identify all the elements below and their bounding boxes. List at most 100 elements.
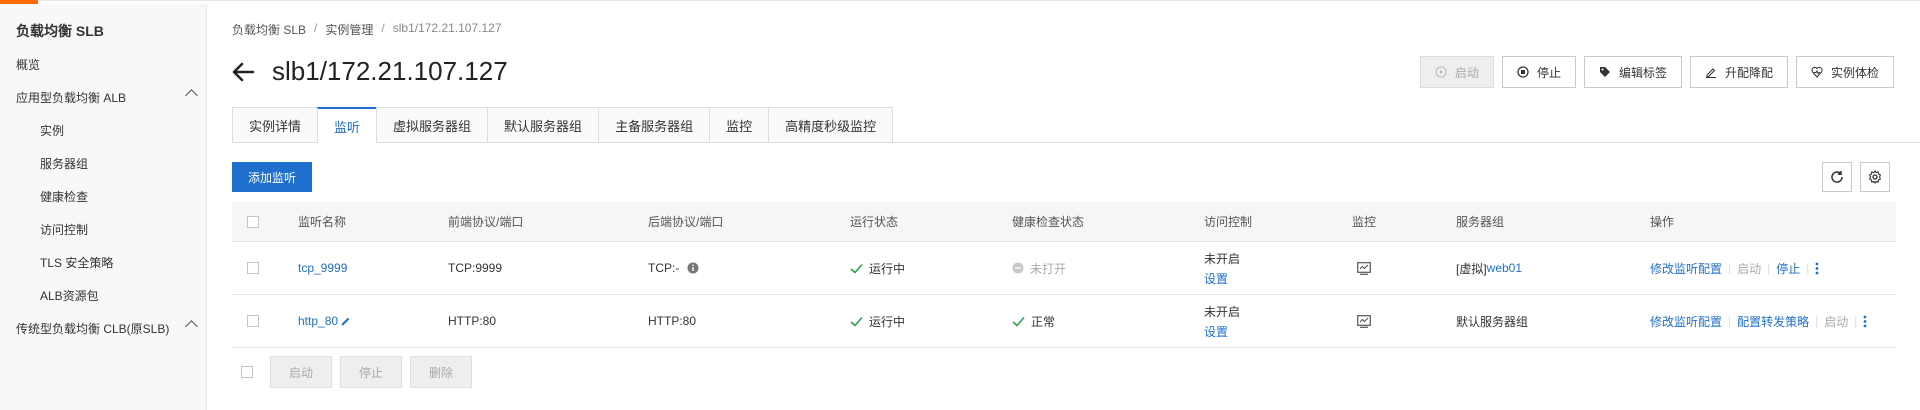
start-button[interactable]: 启动 [1419,56,1494,88]
status-cell: 运行中 [850,295,905,347]
table-row: http_80 HTTP:80 HTTP:80 运行中 正常 未开启 设置 默认… [232,295,1896,348]
sidebar-item-label: 访问控制 [40,223,89,237]
bulk-actions: 启动 停止 删除 [232,355,472,389]
monitor-cell [1357,242,1371,294]
bulk-delete-button[interactable]: 删除 [410,356,472,388]
sidebar-item-overview[interactable]: 概览 [16,56,196,73]
tab-master-slave-server-group[interactable]: 主备服务器组 [598,107,710,143]
listener-table: 监听名称 前端协议/端口 后端协议/端口 运行状态 健康检查状态 访问控制 监控… [232,202,1896,348]
column-header-monitor: 监控 [1352,215,1377,229]
health-cell: 未打开 [1012,242,1066,294]
checkbox[interactable] [247,315,259,327]
add-listener-button[interactable]: 添加监听 [232,162,313,192]
sidebar-item-alb[interactable]: 应用型负载均衡 ALB [16,89,198,106]
checkbox[interactable] [247,262,259,274]
upgrade-button-label: 升配降配 [1724,65,1773,80]
tab-monitoring[interactable]: 监控 [709,107,769,143]
stop-listener-link[interactable]: 停止 [1776,260,1800,277]
acl-status: 未开启 [1204,304,1241,319]
column-header-status: 运行状态 [850,215,899,229]
sidebar-item-label: 健康检查 [40,190,89,204]
sidebar-item-tls-policy[interactable]: TLS 安全策略 [40,254,190,271]
sidebar-item-access-control[interactable]: 访问控制 [40,221,190,238]
heart-pulse-icon [1811,66,1823,78]
footer-select-all-checkbox[interactable] [241,366,253,378]
backend-protocol: HTTP:80 [648,314,697,328]
select-all-checkbox[interactable] [247,202,259,241]
breadcrumb-separator: / [381,21,385,35]
edit-tags-button[interactable]: 编辑标签 [1583,56,1682,88]
start-listener-link[interactable]: 启动 [1824,313,1848,330]
column-header-name: 监听名称 [298,215,347,229]
sidebar: 负载均衡 SLB 概览 应用型负载均衡 ALB 实例 服务器组 健康检查 访问控… [0,4,207,410]
pencil-icon[interactable] [340,316,351,327]
acl-status: 未开启 [1204,251,1241,266]
sidebar-item-instances[interactable]: 实例 [40,122,190,139]
breadcrumb-item[interactable]: 负载均衡 SLB [232,21,306,38]
tab-instance-details[interactable]: 实例详情 [232,107,318,143]
start-button-label: 启动 [1454,65,1479,80]
stop-button-label: 停止 [1536,65,1561,80]
acl-cell: 未开启 设置 [1204,242,1240,294]
upgrade-button[interactable]: 升配降配 [1689,56,1788,88]
listener-name-link[interactable]: http_80 [298,314,338,328]
action-separator: | [1806,261,1810,275]
monitor-chart-icon[interactable] [1357,261,1371,275]
chevron-up-icon [185,320,198,333]
sidebar-item-health-check[interactable]: 健康检查 [40,188,190,205]
info-icon[interactable] [687,262,699,274]
minus-circle-icon [1012,262,1024,274]
row-checkbox[interactable] [247,295,259,347]
sidebar-item-clb[interactable]: 传统型负载均衡 CLB(原SLB) [16,320,198,337]
refresh-button[interactable] [1822,162,1852,192]
health-check-button-label: 实例体检 [1830,65,1879,80]
sidebar-item-label: 概览 [16,58,41,72]
back-arrow-icon[interactable] [232,62,254,82]
sidebar-item-alb-resource-pack[interactable]: ALB资源包 [40,287,190,304]
tab-default-server-group[interactable]: 默认服务器组 [487,107,599,143]
breadcrumb-item[interactable]: 实例管理 [325,21,373,38]
health-check-button[interactable]: 实例体检 [1795,56,1894,88]
more-vertical-icon[interactable] [1863,315,1867,328]
listener-name-link[interactable]: tcp_9999 [298,242,347,294]
monitor-chart-icon[interactable] [1357,314,1371,328]
frontend-protocol: HTTP:80 [448,314,497,328]
tab-virtual-server-groups[interactable]: 虚拟服务器组 [376,107,488,143]
stop-button[interactable]: 停止 [1501,56,1576,88]
frontend-protocol: TCP:9999 [448,261,503,275]
bulk-start-button[interactable]: 启动 [270,356,332,388]
sidebar-item-label: TLS 安全策略 [40,256,114,270]
health-cell: 正常 [1012,295,1055,347]
server-group-link[interactable]: web01 [1487,261,1522,275]
acl-settings-link[interactable]: 设置 [1204,323,1228,340]
check-icon [1012,316,1025,327]
column-header-frontend: 前端协议/端口 [448,215,524,229]
action-separator: | [1728,314,1732,328]
sidebar-item-server-groups[interactable]: 服务器组 [40,155,190,172]
play-icon [1435,66,1447,78]
refresh-icon [1831,171,1843,183]
monitor-cell [1357,295,1371,347]
start-listener-link[interactable]: 启动 [1737,260,1761,277]
status-text: 运行中 [869,314,906,329]
more-vertical-icon[interactable] [1815,262,1819,275]
bulk-stop-button[interactable]: 停止 [340,356,402,388]
forwarding-policy-link[interactable]: 配置转发策略 [1737,313,1809,330]
listener-name-cell: http_80 [298,295,351,347]
server-group-cell: [虚拟] web01 [1456,242,1522,294]
edit-listener-link[interactable]: 修改监听配置 [1650,260,1722,277]
server-group-type: [虚拟] [1456,261,1487,276]
edit-listener-link[interactable]: 修改监听配置 [1650,313,1722,330]
tab-listeners[interactable]: 监听 [317,107,377,144]
settings-button[interactable] [1860,162,1890,192]
acl-settings-link[interactable]: 设置 [1204,270,1228,287]
row-checkbox[interactable] [247,242,259,294]
tab-high-precision-monitoring[interactable]: 高精度秒级监控 [768,107,894,143]
sidebar-item-label: 服务器组 [40,157,89,171]
status-text: 运行中 [869,261,906,276]
sidebar-item-label: 传统型负载均衡 CLB(原SLB) [16,322,170,336]
backend-protocol-cell: TCP:- [648,242,699,294]
checkbox[interactable] [247,215,259,228]
acl-cell: 未开启 设置 [1204,295,1240,347]
check-icon [850,316,863,327]
